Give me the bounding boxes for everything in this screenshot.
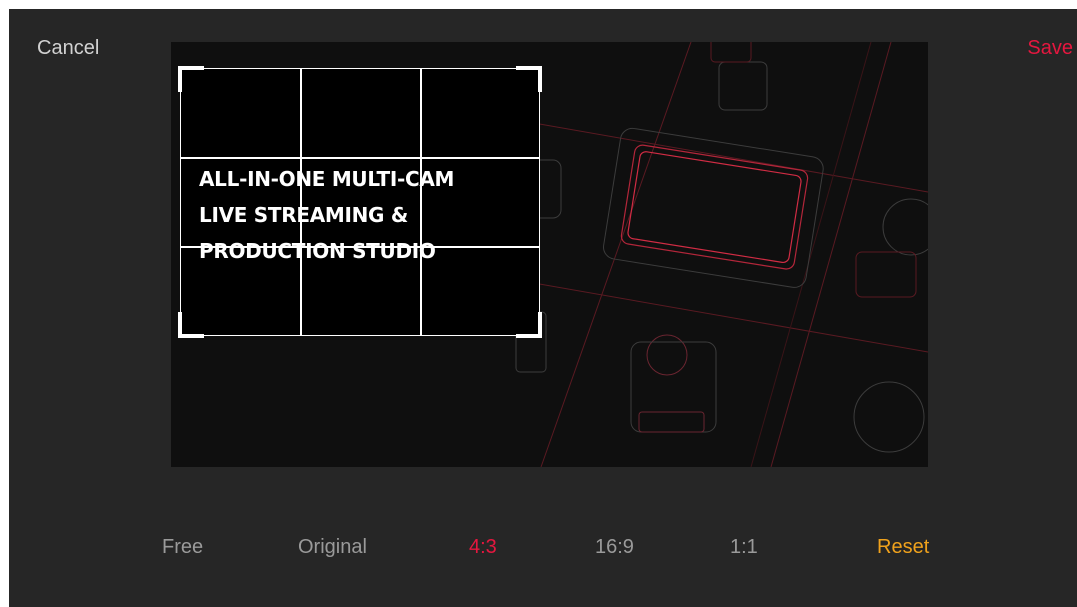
promo-line: PRODUCTION STUDIO [199,239,436,263]
crop-frame[interactable]: ALL-IN-ONE MULTI-CAM LIVE STREAMING & PR… [178,66,542,338]
ratio-16-9[interactable]: 16:9 [595,535,634,559]
crop-handle-bottom-left[interactable] [178,312,204,338]
save-button[interactable]: Save [1027,36,1073,60]
crop-handle-top-right[interactable] [516,66,542,92]
promo-line: LIVE STREAMING & [199,203,408,227]
crop-grid-line [181,246,539,248]
cancel-button[interactable]: Cancel [37,36,99,60]
crop-editor: Cancel Save ALL-IN-ONE MULTI-CAM LIVE ST… [9,9,1077,607]
ratio-4-3[interactable]: 4:3 [469,535,497,559]
ratio-1-1[interactable]: 1:1 [730,535,758,559]
crop-grid-line [300,69,302,335]
image-canvas[interactable]: ALL-IN-ONE MULTI-CAM LIVE STREAMING & PR… [171,42,928,467]
ratio-original[interactable]: Original [298,535,367,559]
ratio-free[interactable]: Free [162,535,203,559]
reset-button[interactable]: Reset [877,535,929,559]
promo-text: ALL-IN-ONE MULTI-CAM LIVE STREAMING & PR… [199,161,454,269]
crop-handle-bottom-right[interactable] [516,312,542,338]
promo-line: ALL-IN-ONE MULTI-CAM [199,167,455,191]
crop-grid-line [181,157,539,159]
crop-handle-top-left[interactable] [178,66,204,92]
crop-grid-line [420,69,422,335]
